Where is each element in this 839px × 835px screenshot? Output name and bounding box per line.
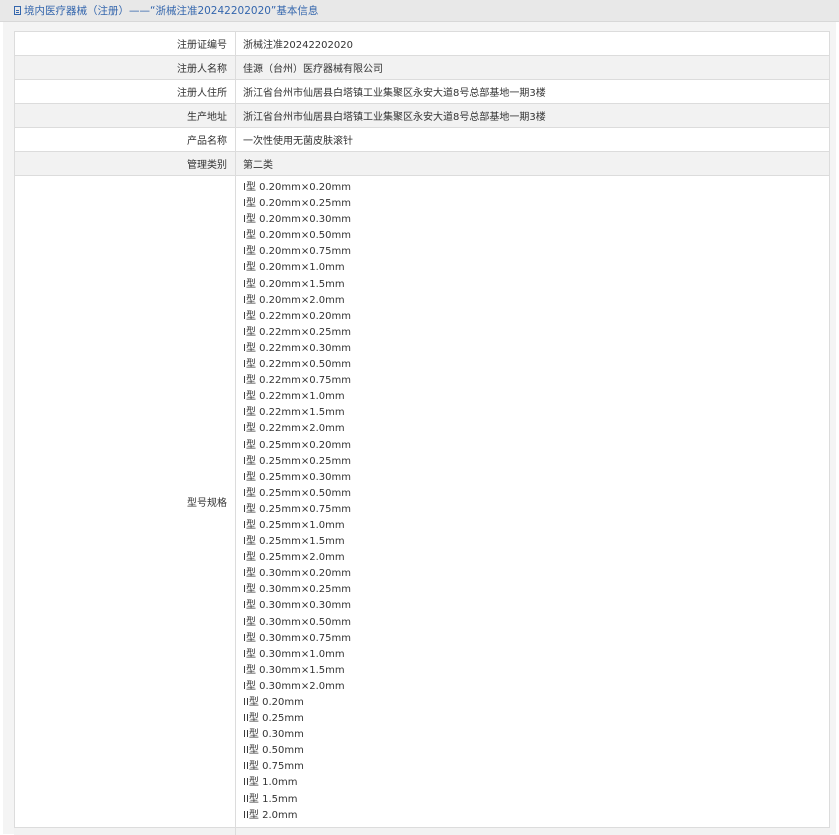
model-spec-item: II型 0.20mm <box>243 697 304 708</box>
model-spec-item: II型 0.75mm <box>243 761 304 773</box>
model-spec-item: I型 0.30mm×2.0mm <box>243 680 345 692</box>
model-spec-item: I型 0.30mm×0.20mm <box>243 568 352 580</box>
row-models: 型号规格 I型 0.20mm×0.20mm I型 0.20mm×0.25mm I型 … <box>14 175 830 829</box>
model-spec-item: I型 0.22mm×1.0mm <box>243 391 345 403</box>
model-spec-item: I型 0.30mm×0.25mm <box>243 584 352 596</box>
model-spec-item: I型 0.20mm×0.75mm <box>243 246 352 258</box>
page-header: 境内医疗器械（注册）——“浙械注准20242202020”基本信息 <box>0 0 839 22</box>
model-spec-item: I型 0.25mm×2.0mm <box>243 552 345 564</box>
row-management-category: 管理类别 第二类 <box>14 151 830 176</box>
model-spec-item: I型 0.25mm×1.5mm <box>243 536 345 548</box>
row-label: 生产地址 <box>14 103 236 128</box>
model-spec-item: I型 0.25mm×0.30mm <box>243 471 352 483</box>
row-value: 浙江省台州市仙居县白塔镇工业集聚区永安大道8号总部基地一期3楼 <box>235 79 830 104</box>
model-spec-item: I型 0.22mm×0.25mm <box>243 326 352 338</box>
model-spec-item: II型 0.50mm <box>243 745 304 757</box>
model-spec-item: I型 0.25mm×0.75mm <box>243 503 352 515</box>
info-table: 注册证编号 浙械注准20242202020 注册人名称 佳源（台州）医疗器械有限… <box>14 31 830 829</box>
model-spec-item: II型 0.30mm <box>243 729 304 741</box>
model-spec-item: II型 1.5mm <box>243 793 298 805</box>
row-registration-number: 注册证编号 浙械注准20242202020 <box>14 31 830 56</box>
row-value: 浙械注准20242202020 <box>235 31 830 56</box>
models-list: I型 0.20mm×0.20mm I型 0.20mm×0.25mm I型 0.20m… <box>235 175 830 829</box>
model-spec-item: I型 0.22mm×0.20mm <box>243 310 352 322</box>
page: 境内医疗器械（注册）——“浙械注准20242202020”基本信息 注册证编号 … <box>0 0 839 835</box>
row-product-name: 产品名称 一次性使用无菌皮肤滚针 <box>14 127 830 152</box>
model-spec-item: I型 0.30mm×1.5mm <box>243 664 345 676</box>
model-spec-item: II型 2.0mm <box>243 809 298 821</box>
model-spec-item: I型 0.30mm×0.30mm <box>243 600 352 612</box>
model-spec-item: I型 0.25mm×0.25mm <box>243 455 352 467</box>
page-title: 境内医疗器械（注册）——“浙械注准20242202020”基本信息 <box>24 5 319 17</box>
model-spec-item: I型 0.20mm×0.25mm <box>243 198 352 210</box>
row-value: 浙江省台州市仙居县白塔镇工业集聚区永安大道8号总部基地一期3楼 <box>235 103 830 128</box>
document-icon <box>14 6 21 15</box>
row-value: 佳源（台州）医疗器械有限公司 <box>235 55 830 80</box>
row-registrant-name: 注册人名称 佳源（台州）医疗器械有限公司 <box>14 55 830 80</box>
row-label: 注册人名称 <box>14 55 236 80</box>
model-spec-item: I型 0.20mm×0.30mm <box>243 214 352 226</box>
row-label: 型号规格 <box>14 175 236 829</box>
model-spec-item: I型 0.20mm×2.0mm <box>243 294 345 306</box>
model-spec-item: I型 0.22mm×2.0mm <box>243 423 345 435</box>
model-spec-item: I型 0.25mm×0.50mm <box>243 487 352 499</box>
row-label: 注册人住所 <box>14 79 236 104</box>
row-value: 第二类 <box>235 151 830 176</box>
model-spec-item: I型 0.20mm×0.50mm <box>243 230 352 242</box>
model-spec-item: I型 0.25mm×1.0mm <box>243 519 345 531</box>
model-spec-item: I型 0.20mm×1.5mm <box>243 278 345 290</box>
model-spec-item: I型 0.30mm×0.75mm <box>243 632 352 644</box>
model-spec-item: I型 0.22mm×1.5mm <box>243 407 345 419</box>
model-spec-item: II型 0.25mm <box>243 713 304 725</box>
row-label: 产品名称 <box>14 127 236 152</box>
model-spec-item: I型 0.20mm×0.20mm <box>243 182 352 193</box>
row-label: 管理类别 <box>14 151 236 176</box>
model-spec-item: II型 1.0mm <box>243 777 298 789</box>
row-registrant-address: 注册人住所 浙江省台州市仙居县白塔镇工业集聚区永安大道8号总部基地一期3楼 <box>14 79 830 104</box>
model-spec-item: I型 0.22mm×0.30mm <box>243 342 352 354</box>
row-value: 一次性使用无菌皮肤滚针 <box>235 127 830 152</box>
model-spec-item: I型 0.20mm×1.0mm <box>243 262 345 274</box>
model-spec-item: I型 0.25mm×0.20mm <box>243 439 352 451</box>
model-spec-item: I型 0.30mm×1.0mm <box>243 648 345 660</box>
row-label: 注册证编号 <box>14 31 236 56</box>
row-production-address: 生产地址 浙江省台州市仙居县白塔镇工业集聚区永安大道8号总部基地一期3楼 <box>14 103 830 128</box>
model-spec-item: I型 0.30mm×0.50mm <box>243 616 352 628</box>
model-spec-item: I型 0.22mm×0.50mm <box>243 359 352 371</box>
model-spec-item: I型 0.22mm×0.75mm <box>243 375 352 387</box>
